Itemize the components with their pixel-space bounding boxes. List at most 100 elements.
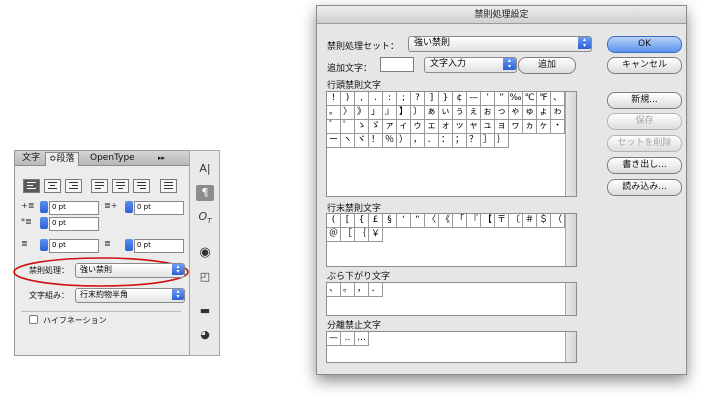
- char-cell[interactable]: ，: [355, 283, 369, 297]
- char-cell[interactable]: 」: [369, 106, 383, 120]
- char-cell[interactable]: 。: [341, 283, 355, 297]
- char-cell[interactable]: ’: [481, 92, 495, 106]
- import-button[interactable]: 読み込み...: [607, 179, 682, 196]
- char-cell[interactable]: ｝: [495, 134, 509, 148]
- align-right-button[interactable]: [65, 179, 82, 193]
- char-cell[interactable]: 〉: [341, 106, 355, 120]
- char-cell[interactable]: ;: [397, 92, 411, 106]
- char-cell[interactable]: ョ: [495, 120, 509, 134]
- paragraph-panel-icon[interactable]: ¶: [196, 185, 214, 201]
- tab-character[interactable]: 文字: [19, 152, 43, 165]
- first-line-indent-stepper[interactable]: [40, 217, 48, 229]
- char-cell[interactable]: ヾ: [355, 134, 369, 148]
- char-cell[interactable]: ァ: [383, 120, 397, 134]
- add-char-input[interactable]: [380, 57, 414, 72]
- char-cell[interactable]: ｛: [355, 228, 369, 242]
- char-cell[interactable]: 『: [467, 214, 481, 228]
- char-cell[interactable]: ッ: [453, 120, 467, 134]
- char-cell[interactable]: ヽ: [341, 134, 355, 148]
- justify-all-button[interactable]: [160, 179, 177, 193]
- char-cell[interactable]: ！: [369, 134, 383, 148]
- cancel-button[interactable]: キャンセル: [607, 57, 682, 74]
- char-cell[interactable]: ＄: [537, 214, 551, 228]
- char-cell[interactable]: ぃ: [439, 106, 453, 120]
- char-cell[interactable]: ゎ: [551, 106, 565, 120]
- char-cell[interactable]: ゜: [341, 120, 355, 134]
- char-cell[interactable]: ゥ: [411, 120, 425, 134]
- char-cell[interactable]: 「: [453, 214, 467, 228]
- char-cell[interactable]: ゞ: [369, 120, 383, 134]
- char-cell[interactable]: ]: [425, 92, 439, 106]
- first-line-indent-field[interactable]: 0 pt: [49, 217, 99, 231]
- char-cell[interactable]: ヶ: [537, 120, 551, 134]
- char-cell[interactable]: ゃ: [509, 106, 523, 120]
- char-cell[interactable]: ャ: [467, 120, 481, 134]
- tab-paragraph[interactable]: ≎段落: [45, 152, 79, 166]
- scrollbar[interactable]: [565, 92, 576, 196]
- transparency-icon[interactable]: ◕: [196, 327, 214, 343]
- char-cell[interactable]: …: [355, 332, 369, 346]
- char-cell[interactable]: ー: [327, 134, 341, 148]
- char-cell[interactable]: ,: [355, 92, 369, 106]
- char-cell[interactable]: 、: [551, 92, 565, 106]
- char-cell[interactable]: ぇ: [467, 106, 481, 120]
- char-cell[interactable]: ；: [453, 134, 467, 148]
- kinsoku-select[interactable]: 強い禁則 ▴ ▾: [75, 263, 185, 278]
- space-after-stepper[interactable]: [125, 239, 133, 251]
- char-cell[interactable]: 〕: [411, 106, 425, 120]
- char-cell[interactable]: ‰: [509, 92, 523, 106]
- char-cell[interactable]: ィ: [397, 120, 411, 134]
- char-cell[interactable]: ．: [369, 283, 383, 297]
- hyphenation-checkbox[interactable]: [29, 315, 38, 324]
- new-set-button[interactable]: 新規...: [607, 92, 682, 109]
- char-cell[interactable]: ？: [467, 134, 481, 148]
- char-cell[interactable]: ‘: [397, 214, 411, 228]
- char-cell[interactable]: }: [439, 92, 453, 106]
- align-left-button[interactable]: [23, 179, 40, 193]
- input-mode-select[interactable]: 文字入力 ▴ ▾: [424, 57, 517, 73]
- justify-left-button[interactable]: [91, 179, 108, 193]
- char-cell[interactable]: ＃: [523, 214, 537, 228]
- char-cell[interactable]: ，: [411, 134, 425, 148]
- char-cell[interactable]: ℉: [537, 92, 551, 106]
- char-cell[interactable]: {: [355, 214, 369, 228]
- char-cell[interactable]: ¢: [453, 92, 467, 106]
- align-center-button[interactable]: [44, 179, 61, 193]
- scrollbar[interactable]: [565, 332, 576, 362]
- char-cell[interactable]: 〔: [509, 214, 523, 228]
- mojikumi-select[interactable]: 行末約物半角 ▴ ▾: [75, 288, 185, 303]
- char-cell[interactable]: （: [551, 214, 565, 228]
- char-cell[interactable]: —: [467, 92, 481, 106]
- ok-button[interactable]: OK: [607, 36, 682, 53]
- char-cell[interactable]: “: [411, 214, 425, 228]
- char-cell[interactable]: 《: [439, 214, 453, 228]
- panel-menu-icon[interactable]: ▸▸: [155, 152, 168, 165]
- gradient-icon[interactable]: ▬: [196, 303, 214, 319]
- swatch-icon[interactable]: ◰: [196, 269, 214, 285]
- scrollbar[interactable]: [565, 214, 576, 266]
- char-cell[interactable]: 〒: [495, 214, 509, 228]
- char-cell[interactable]: [: [341, 214, 355, 228]
- char-cell[interactable]: っ: [495, 106, 509, 120]
- char-cell[interactable]: ュ: [481, 120, 495, 134]
- char-cell[interactable]: ＠: [327, 228, 341, 242]
- justify-right-button[interactable]: [133, 179, 150, 193]
- char-cell[interactable]: 》: [355, 106, 369, 120]
- char-cell[interactable]: ?: [411, 92, 425, 106]
- char-cell[interactable]: ォ: [439, 120, 453, 134]
- char-cell[interactable]: ぁ: [425, 106, 439, 120]
- char-cell[interactable]: 』: [383, 106, 397, 120]
- char-cell[interactable]: ％: [383, 134, 397, 148]
- char-cell[interactable]: ェ: [425, 120, 439, 134]
- char-cell[interactable]: —: [327, 332, 341, 346]
- char-cell[interactable]: ぉ: [481, 106, 495, 120]
- char-cell[interactable]: 。: [327, 106, 341, 120]
- export-button[interactable]: 書き出し...: [607, 157, 682, 174]
- char-cell[interactable]: ょ: [537, 106, 551, 120]
- char-cell[interactable]: ）: [397, 134, 411, 148]
- char-cell[interactable]: ゅ: [523, 106, 537, 120]
- char-cell[interactable]: ぅ: [453, 106, 467, 120]
- char-cell[interactable]: :: [383, 92, 397, 106]
- space-before-field[interactable]: 0 pt: [49, 239, 99, 253]
- color-circle-icon[interactable]: ◉: [196, 245, 214, 261]
